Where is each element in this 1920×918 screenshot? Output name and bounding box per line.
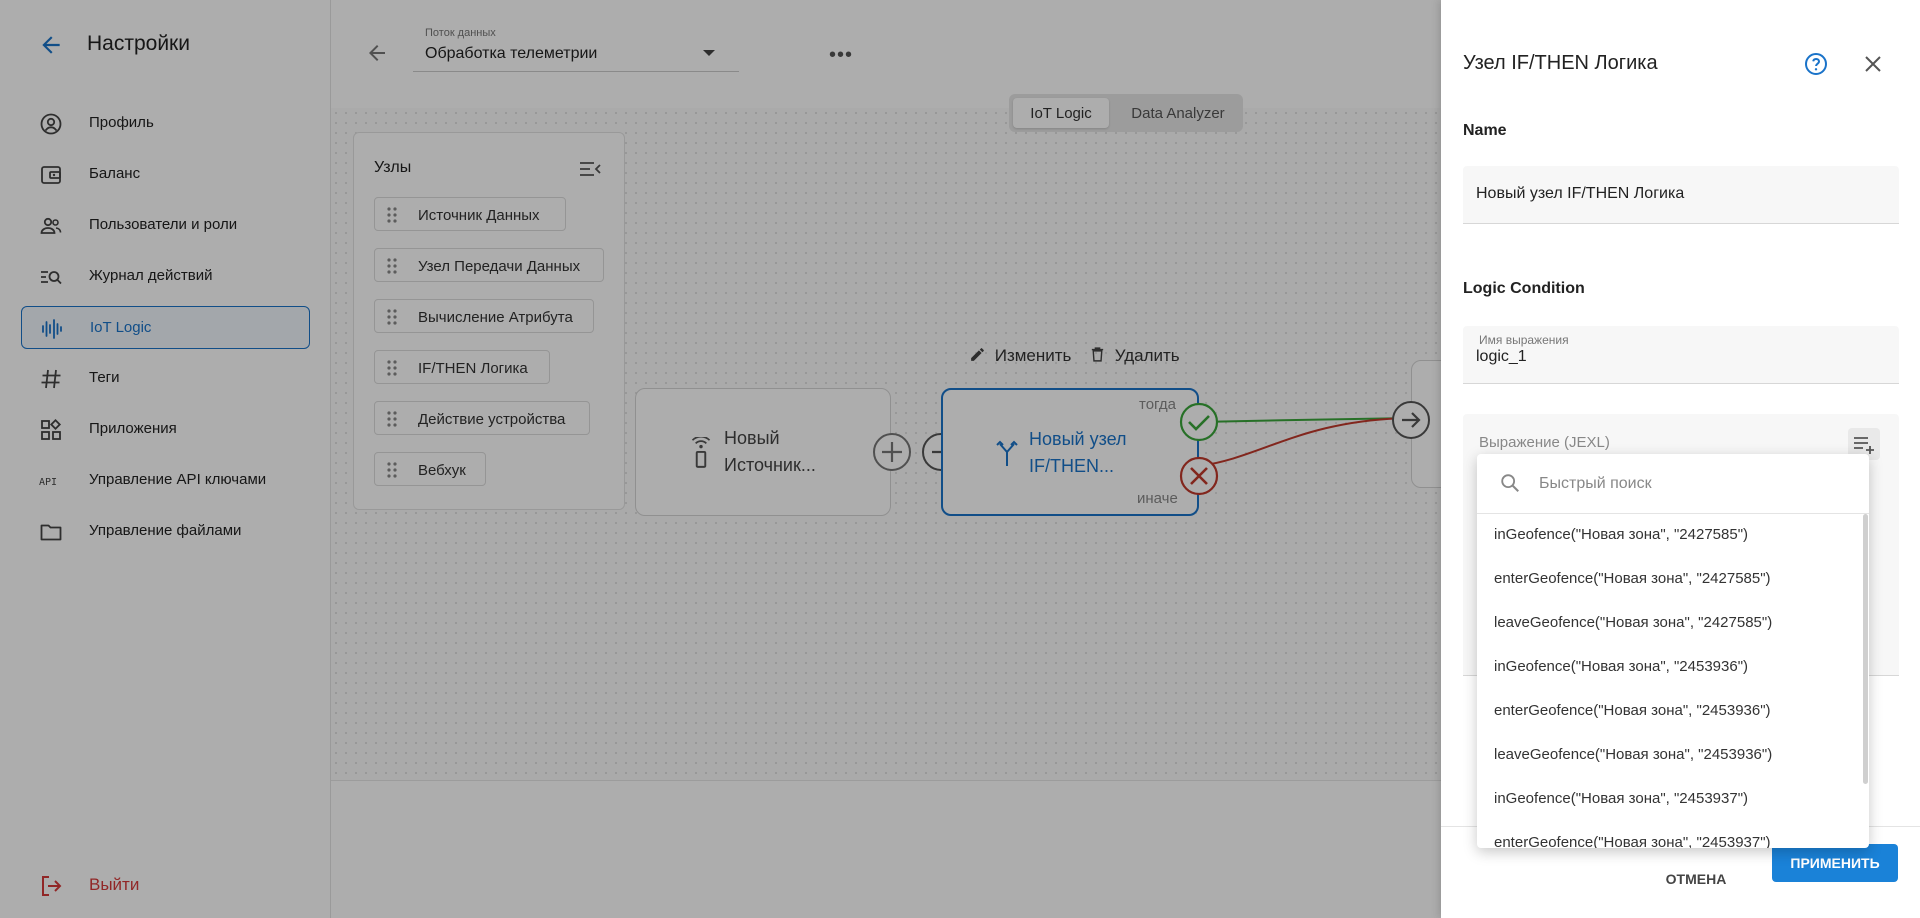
expression-placeholder: Выражение (JEXL) (1479, 434, 1610, 451)
suggestion-text: leaveGeofence("Новая зона", "2453936") (1494, 746, 1773, 763)
expression-name-label: Имя выражения (1479, 333, 1569, 347)
suggestion-text: enterGeofence("Новая зона", "2453937") (1494, 834, 1771, 848)
expression-name-field[interactable]: Имя выражения logic_1 (1463, 326, 1899, 384)
suggestion-text: inGeofence("Новая зона", "2453936") (1494, 658, 1749, 675)
drawer-title: Узел IF/THEN Логика (1463, 52, 1658, 74)
suggestion-list: inGeofence("Новая зона", "2427585") ente… (1477, 514, 1869, 848)
logic-section-title: Logic Condition (1463, 280, 1585, 297)
quick-search-input[interactable] (1539, 470, 1839, 498)
cancel-button[interactable]: ОТМЕНА (1660, 861, 1732, 897)
suggestion-text: leaveGeofence("Новая зона", "2427585") (1494, 614, 1773, 631)
suggestion-item[interactable]: leaveGeofence("Новая зона", "2453936") (1477, 734, 1869, 778)
suggestion-item[interactable]: inGeofence("Новая зона", "2427585") (1477, 514, 1869, 558)
help-icon[interactable] (1804, 52, 1828, 76)
suggestion-item[interactable]: inGeofence("Новая зона", "2453937") (1477, 778, 1869, 822)
function-suggestions-dropdown: inGeofence("Новая зона", "2427585") ente… (1477, 454, 1869, 848)
suggestion-item[interactable]: enterGeofence("Новая зона", "2453936") (1477, 690, 1869, 734)
apply-button[interactable]: ПРИМЕНИТЬ (1772, 844, 1898, 882)
suggestion-item[interactable]: enterGeofence("Новая зона", "2427585") (1477, 558, 1869, 602)
node-name-value: Новый узел IF/THEN Логика (1476, 185, 1685, 202)
suggestion-text: inGeofence("Новая зона", "2427585") (1494, 526, 1749, 543)
suggestion-item[interactable]: inGeofence("Новая зона", "2453936") (1477, 646, 1869, 690)
suggestion-text: enterGeofence("Новая зона", "2427585") (1494, 570, 1771, 587)
search-icon (1501, 474, 1519, 492)
suggestion-text: enterGeofence("Новая зона", "2453936") (1494, 702, 1771, 719)
suggestion-text: inGeofence("Новая зона", "2453937") (1494, 790, 1749, 807)
close-icon[interactable] (1861, 52, 1885, 76)
name-section-title: Name (1463, 122, 1507, 139)
suggestion-item[interactable]: leaveGeofence("Новая зона", "2427585") (1477, 602, 1869, 646)
node-name-field[interactable]: Новый узел IF/THEN Логика (1463, 166, 1899, 224)
expression-name-value: logic_1 (1476, 348, 1527, 365)
dropdown-scrollbar[interactable] (1863, 514, 1868, 784)
quick-search (1477, 454, 1869, 514)
suggestion-item[interactable]: enterGeofence("Новая зона", "2453937") (1477, 822, 1869, 848)
modal-backdrop[interactable] (0, 0, 1441, 918)
